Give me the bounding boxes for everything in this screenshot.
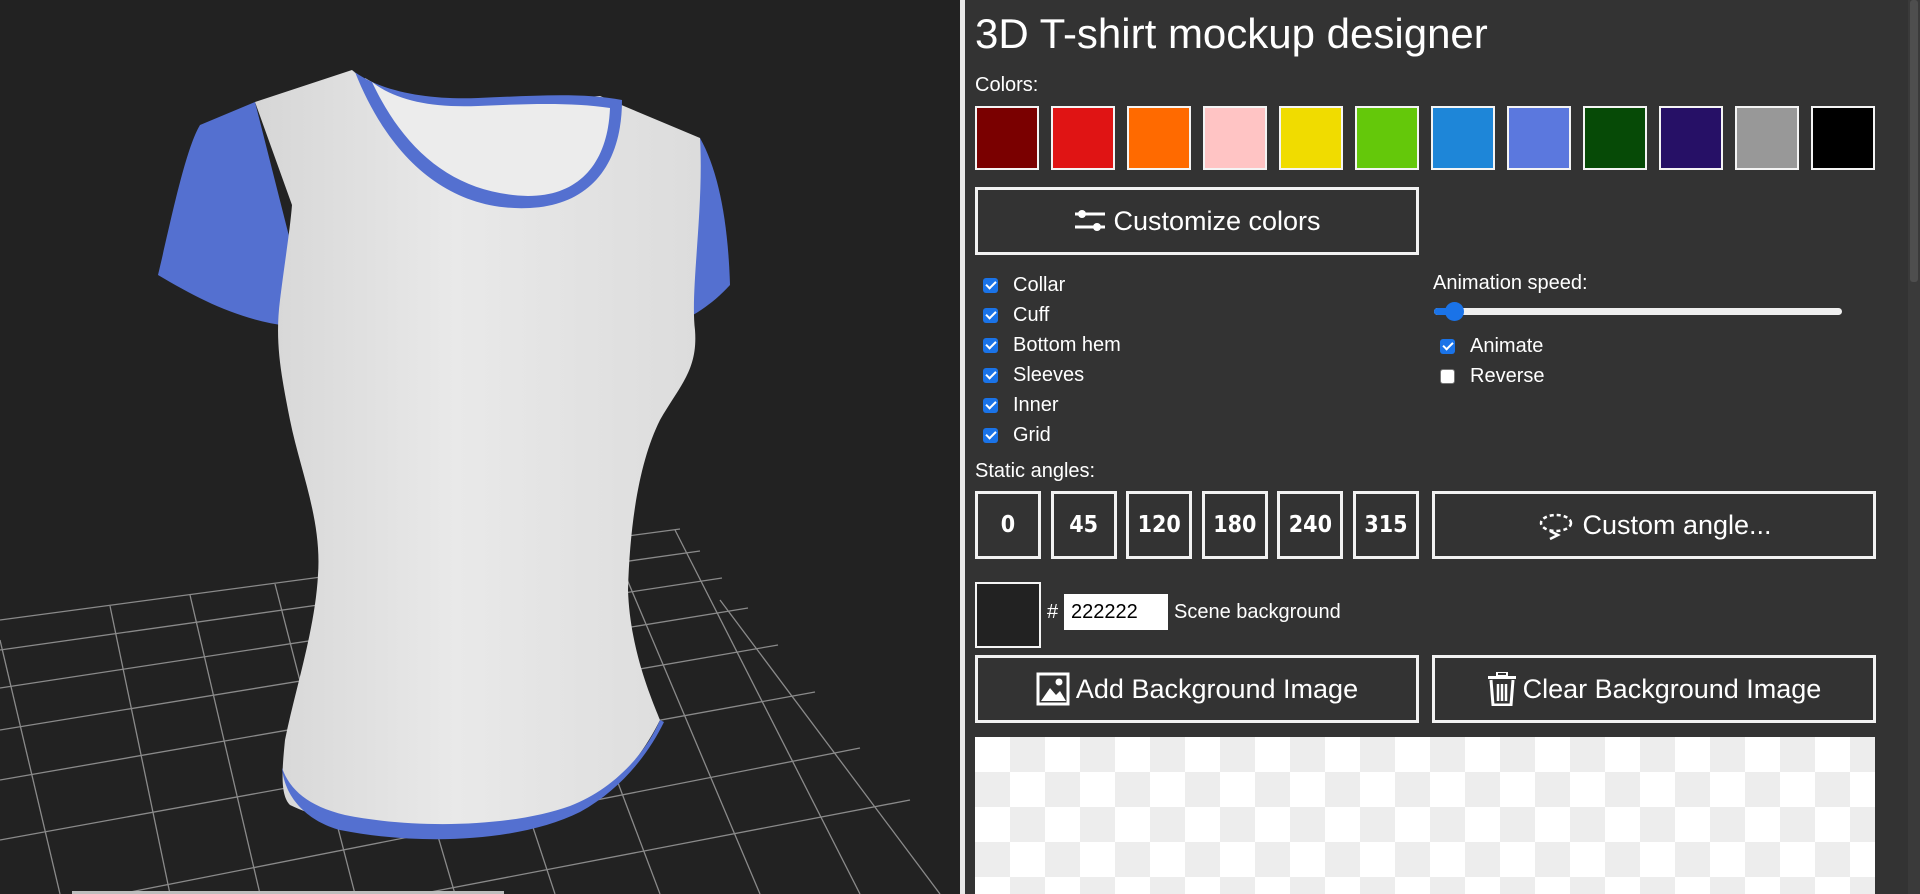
image-icon: [1036, 672, 1070, 706]
angle-button[interactable]: 120: [1126, 491, 1193, 559]
part-toggle-grid[interactable]: Grid: [983, 420, 1051, 450]
color-swatch[interactable]: [1051, 106, 1115, 170]
reverse-toggle[interactable]: Reverse: [1440, 361, 1544, 391]
part-label: Cuff: [1013, 304, 1050, 326]
sliders-icon: [1075, 210, 1106, 231]
part-toggle-cuff[interactable]: Cuff: [983, 300, 1049, 330]
reverse-label: Reverse: [1470, 365, 1545, 387]
angle-button[interactable]: 315: [1353, 491, 1419, 559]
part-toggle-bottom-hem[interactable]: Bottom hem: [983, 330, 1121, 360]
reverse-checkbox[interactable]: [1440, 368, 1455, 384]
color-swatch[interactable]: [1127, 106, 1191, 170]
control-panel: 3D T-shirt mockup designer Colors: Custo…: [965, 0, 1920, 894]
scene-background-label: Scene background: [1174, 601, 1341, 623]
animation-speed-label: Animation speed:: [1433, 272, 1588, 294]
part-checkbox[interactable]: [983, 277, 998, 293]
customize-colors-button[interactable]: Customize colors: [975, 187, 1419, 255]
part-label: Collar: [1013, 274, 1066, 296]
background-image-preview: [975, 737, 1875, 894]
color-swatch[interactable]: [975, 106, 1039, 170]
tshirt-scene: [0, 70, 941, 894]
part-label: Inner: [1013, 394, 1059, 416]
color-swatch[interactable]: [1279, 106, 1343, 170]
color-swatch[interactable]: [1735, 106, 1799, 170]
animate-toggle[interactable]: Animate: [1440, 331, 1543, 361]
static-angles-label: Static angles:: [975, 460, 1096, 482]
background-hex-input[interactable]: [1064, 594, 1168, 630]
part-checkbox[interactable]: [983, 427, 998, 443]
page-title: 3D T-shirt mockup designer: [975, 10, 1488, 57]
part-toggle-sleeves[interactable]: Sleeves: [983, 360, 1084, 390]
customize-colors-label: Customize colors: [1113, 205, 1321, 236]
panel-scrollbar[interactable]: [1908, 0, 1920, 894]
add-background-image-label: Add Background Image: [1075, 673, 1359, 704]
part-checkbox[interactable]: [983, 367, 998, 383]
angle-button[interactable]: 180: [1201, 491, 1268, 559]
scene-background-swatch[interactable]: [975, 582, 1041, 648]
part-checkbox[interactable]: [983, 397, 998, 413]
animation-speed-slider[interactable]: [1434, 302, 1842, 321]
custom-angle-label: Custom angle...: [1582, 509, 1772, 540]
clear-background-image-label: Clear Background Image: [1522, 673, 1822, 704]
animate-label: Animate: [1470, 335, 1544, 357]
part-toggle-inner[interactable]: Inner: [983, 390, 1059, 420]
color-swatch[interactable]: [1583, 106, 1647, 170]
color-swatch[interactable]: [1203, 106, 1267, 170]
part-label: Bottom hem: [1013, 334, 1121, 356]
trash-icon: [1487, 672, 1516, 706]
add-background-image-button[interactable]: Add Background Image: [975, 655, 1419, 723]
color-swatch[interactable]: [1659, 106, 1723, 170]
part-toggle-collar[interactable]: Collar: [983, 270, 1065, 300]
panel-scrollbar-thumb[interactable]: [1910, 0, 1918, 282]
color-swatch[interactable]: [1431, 106, 1495, 170]
clear-background-image-button[interactable]: Clear Background Image: [1432, 655, 1876, 723]
angle-button[interactable]: 240: [1277, 491, 1344, 559]
slider-thumb[interactable]: [1445, 302, 1465, 321]
colors-label: Colors:: [975, 74, 1039, 96]
tshirt-model: [158, 70, 730, 840]
part-checkbox[interactable]: [983, 337, 998, 353]
animate-checkbox[interactable]: [1440, 338, 1455, 354]
hex-prefix: #: [1047, 601, 1059, 623]
angle-button[interactable]: 0: [975, 491, 1041, 559]
color-swatch[interactable]: [1355, 106, 1419, 170]
rotate-icon: [1540, 513, 1573, 541]
custom-angle-button[interactable]: Custom angle...: [1432, 491, 1876, 559]
part-checkbox[interactable]: [983, 307, 998, 323]
color-swatch[interactable]: [1507, 106, 1571, 170]
part-label: Grid: [1013, 424, 1051, 446]
angle-button[interactable]: 45: [1050, 491, 1117, 559]
color-swatch[interactable]: [1811, 106, 1875, 170]
part-label: Sleeves: [1013, 364, 1085, 386]
3d-viewport[interactable]: [0, 0, 960, 894]
